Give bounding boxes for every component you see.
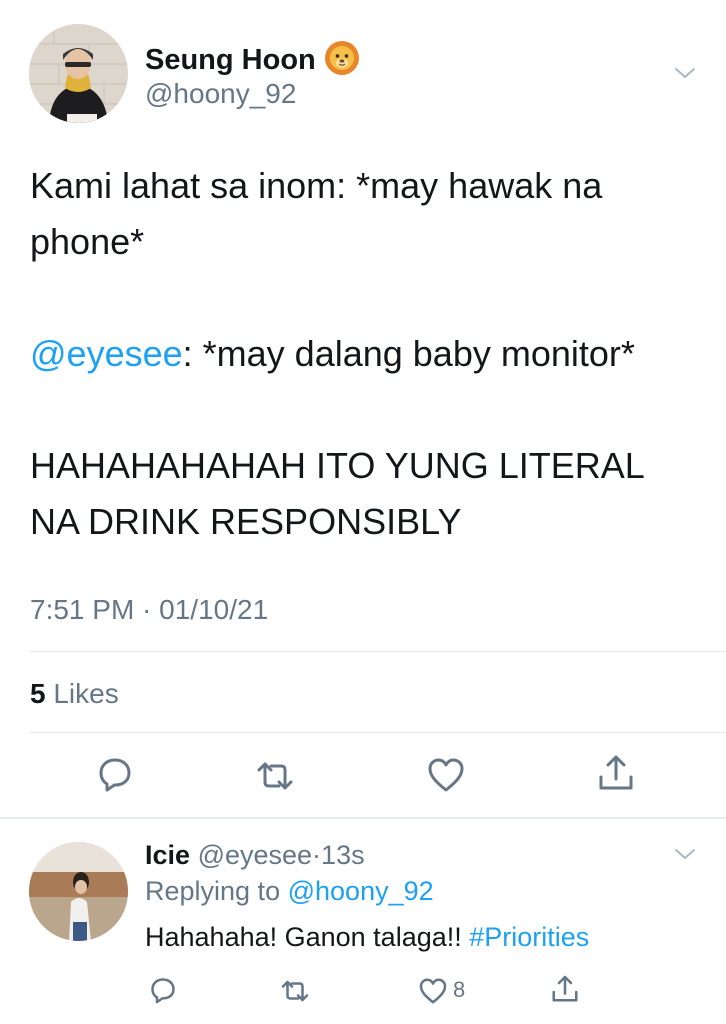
divider: [30, 651, 726, 652]
reply-author-name[interactable]: Icie: [145, 840, 190, 870]
share-icon[interactable]: [596, 753, 636, 793]
likes-count: 5: [30, 678, 46, 709]
tweet-line: @eyesee: *may dalang baby monitor*: [30, 326, 700, 382]
reply-body: Hahahaha! Ganon talaga!! #Priorities: [145, 922, 589, 953]
tweet-timestamp[interactable]: 7:51 PM · 01/10/21: [30, 594, 268, 626]
like-icon[interactable]: [418, 976, 448, 1006]
tweet-line: HAHAHAHAHAH ITO YUNG LITERAL: [30, 445, 645, 486]
author-handle[interactable]: @hoony_92: [145, 78, 296, 110]
author-name[interactable]: Seung Hoon: [145, 40, 360, 77]
replying-to-link[interactable]: @hoony_92: [288, 876, 434, 906]
tweet-line: Kami lahat sa inom: *may hawak na: [30, 165, 603, 206]
reply-separator: ·: [312, 840, 322, 870]
chevron-down-icon[interactable]: [674, 847, 696, 861]
tweet-body: Kami lahat sa inom: *may hawak na phone*…: [30, 158, 700, 550]
tweet-blank-line: [30, 270, 700, 326]
retweet-icon[interactable]: [255, 756, 295, 796]
replying-to: Replying to @hoony_92: [145, 876, 434, 907]
reply-icon[interactable]: [148, 975, 178, 1005]
likes-label: Likes: [53, 678, 119, 709]
main-tweet: Seung Hoon @hoony_92 Kami lahat sa inom:…: [0, 0, 726, 817]
like-icon[interactable]: [426, 755, 466, 795]
section-separator: [0, 817, 726, 819]
divider: [30, 732, 726, 733]
lion-emoji-icon: [324, 40, 360, 76]
reply-author-avatar[interactable]: [29, 842, 128, 941]
mention-link[interactable]: @eyesee: [30, 333, 183, 374]
chevron-down-icon[interactable]: [674, 66, 696, 80]
replying-prefix: Replying to: [145, 876, 281, 906]
reply-icon[interactable]: [95, 754, 135, 794]
reply-time[interactable]: 13s: [321, 840, 365, 870]
reply-author-handle[interactable]: @eyesee: [198, 840, 312, 870]
likes-summary[interactable]: 5 Likes: [30, 678, 119, 710]
tweet-blank-line: [30, 382, 700, 438]
author-name-text[interactable]: Seung Hoon: [145, 44, 316, 76]
tweet-line: NA DRINK RESPONSIBLY: [30, 501, 462, 542]
tweet-line: phone*: [30, 221, 145, 262]
retweet-icon[interactable]: [280, 976, 310, 1006]
hashtag-link[interactable]: #Priorities: [469, 922, 589, 952]
share-icon[interactable]: [550, 974, 580, 1004]
reply-header: Icie @eyesee·13s: [145, 840, 365, 871]
reply-text: Hahahaha! Ganon talaga!!: [145, 922, 462, 952]
tweet-line-text: : *may dalang baby monitor*: [182, 333, 635, 374]
reply-like-count: 8: [453, 977, 466, 1002]
author-avatar[interactable]: [29, 24, 128, 123]
